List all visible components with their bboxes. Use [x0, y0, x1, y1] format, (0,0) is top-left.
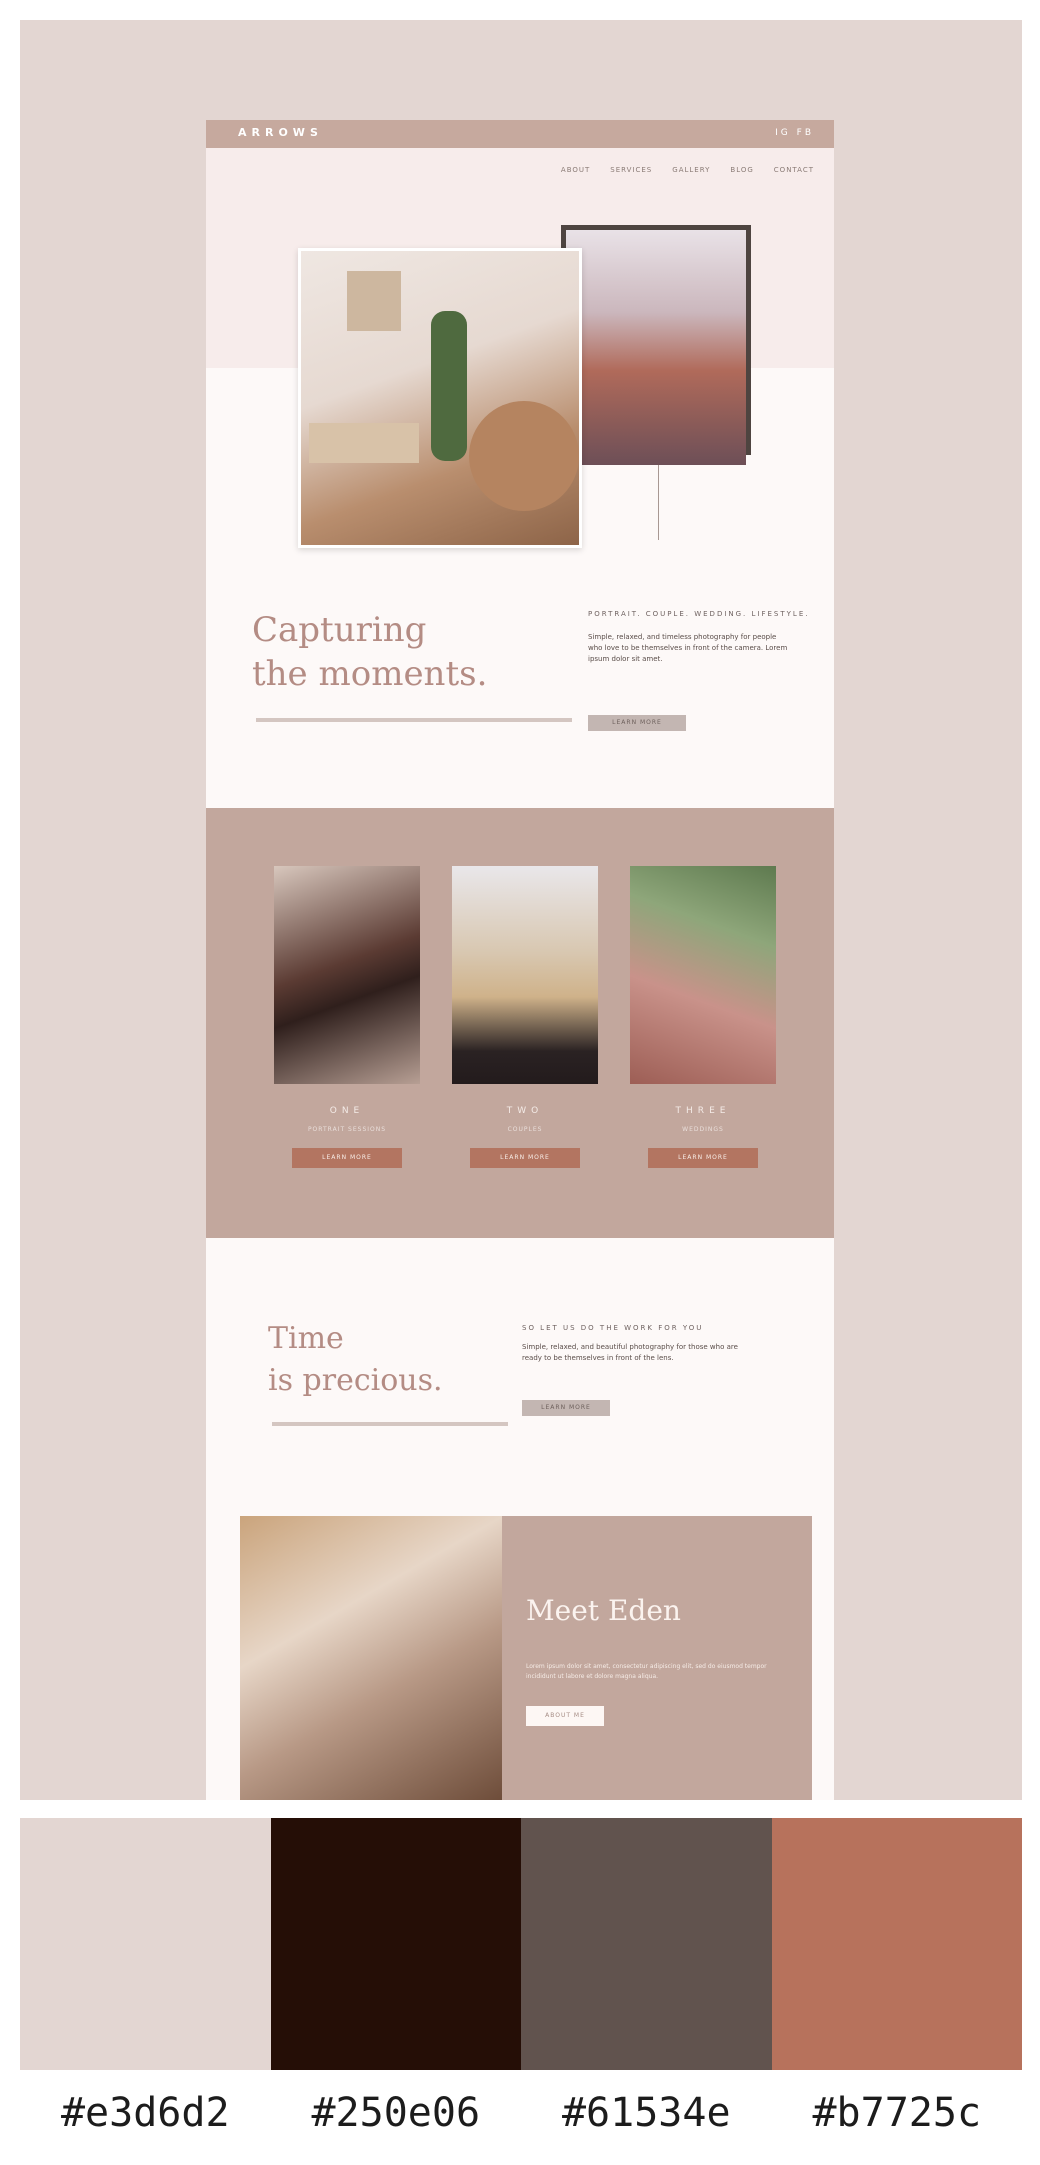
- hero-subheading: PORTRAIT. COUPLE. WEDDING. LIFESTYLE.: [588, 610, 810, 618]
- bench-shape: [309, 423, 419, 463]
- rattan-chair-shape: [469, 401, 579, 511]
- service-button-3[interactable]: LEARN MORE: [648, 1148, 758, 1168]
- swatch-3: [521, 1818, 772, 2070]
- color-code-3: #61534e: [561, 2090, 731, 2136]
- hero-portrait-photo: [566, 230, 746, 465]
- website-mockup: ARROWS IG FB ABOUT SERVICES GALLERY BLOG…: [206, 120, 834, 1800]
- service-subtitle-1: PORTRAIT SESSIONS: [307, 1126, 387, 1133]
- nav-item-contact[interactable]: CONTACT: [774, 166, 814, 174]
- time-heading-line1: Time: [268, 1321, 344, 1356]
- about-heading: Meet Eden: [526, 1594, 681, 1627]
- about-paragraph: Lorem ipsum dolor sit amet, consectetur …: [526, 1663, 767, 1680]
- top-bar: ARROWS IG FB: [206, 120, 834, 148]
- main-nav: ABOUT SERVICES GALLERY BLOG CONTACT: [561, 166, 814, 174]
- hero-interior-photo: [298, 248, 582, 548]
- nav-item-blog[interactable]: BLOG: [730, 166, 753, 174]
- service-image-1: [274, 866, 420, 1084]
- color-code-1: #e3d6d2: [60, 2090, 230, 2136]
- service-button-1[interactable]: LEARN MORE: [292, 1148, 402, 1168]
- nav-item-services[interactable]: SERVICES: [610, 166, 652, 174]
- service-title-2: TWO: [506, 1106, 544, 1116]
- swatch-1: [20, 1818, 271, 2070]
- color-palette: [20, 1818, 1022, 2070]
- service-image-2: [452, 866, 598, 1084]
- color-code-4: #b7725c: [812, 2090, 982, 2136]
- time-heading: Time is precious.: [268, 1318, 443, 1402]
- color-codes: #e3d6d2 #250e06 #61534e #b7725c: [20, 2090, 1022, 2136]
- social-links[interactable]: IG FB: [775, 128, 814, 138]
- decorative-line: [658, 465, 659, 540]
- hero-heading-line1: Capturing: [252, 610, 427, 650]
- hero-heading: Capturing the moments.: [252, 608, 487, 696]
- time-heading-line2: is precious.: [268, 1363, 443, 1398]
- service-button-2[interactable]: LEARN MORE: [470, 1148, 580, 1168]
- service-title-3: THREE: [675, 1106, 731, 1116]
- site-logo[interactable]: ARROWS: [238, 126, 323, 139]
- color-code-2: #250e06: [311, 2090, 481, 2136]
- about-panel: Meet Eden Lorem ipsum dolor sit amet, co…: [502, 1516, 812, 1800]
- hero-learn-more-button[interactable]: LEARN MORE: [588, 715, 686, 731]
- about-button[interactable]: ABOUT ME: [526, 1706, 604, 1726]
- hero-heading-line2: the moments.: [252, 654, 488, 694]
- service-image-3: [630, 866, 776, 1084]
- cactus-shape: [431, 311, 467, 461]
- about-portrait-photo: [240, 1516, 502, 1800]
- hero-heading-underline: [256, 718, 572, 722]
- hero-paragraph: Simple, relaxed, and timeless photograph…: [588, 633, 788, 663]
- swatch-4: [771, 1818, 1022, 2070]
- service-title-1: ONE: [329, 1106, 365, 1116]
- service-subtitle-2: COUPLES: [507, 1126, 543, 1133]
- nav-item-gallery[interactable]: GALLERY: [672, 166, 710, 174]
- macrame-shape: [347, 271, 401, 331]
- service-subtitle-3: WEDDINGS: [682, 1126, 724, 1133]
- time-subheading: SO LET US DO THE WORK FOR YOU: [522, 1324, 704, 1332]
- time-heading-underline: [272, 1422, 508, 1426]
- swatch-2: [270, 1818, 521, 2070]
- nav-item-about[interactable]: ABOUT: [561, 166, 590, 174]
- services-section: ONE PORTRAIT SESSIONS LEARN MORE TWO COU…: [206, 808, 834, 1238]
- time-learn-more-button[interactable]: LEARN MORE: [522, 1400, 610, 1416]
- time-paragraph: Simple, relaxed, and beautiful photograp…: [522, 1343, 738, 1362]
